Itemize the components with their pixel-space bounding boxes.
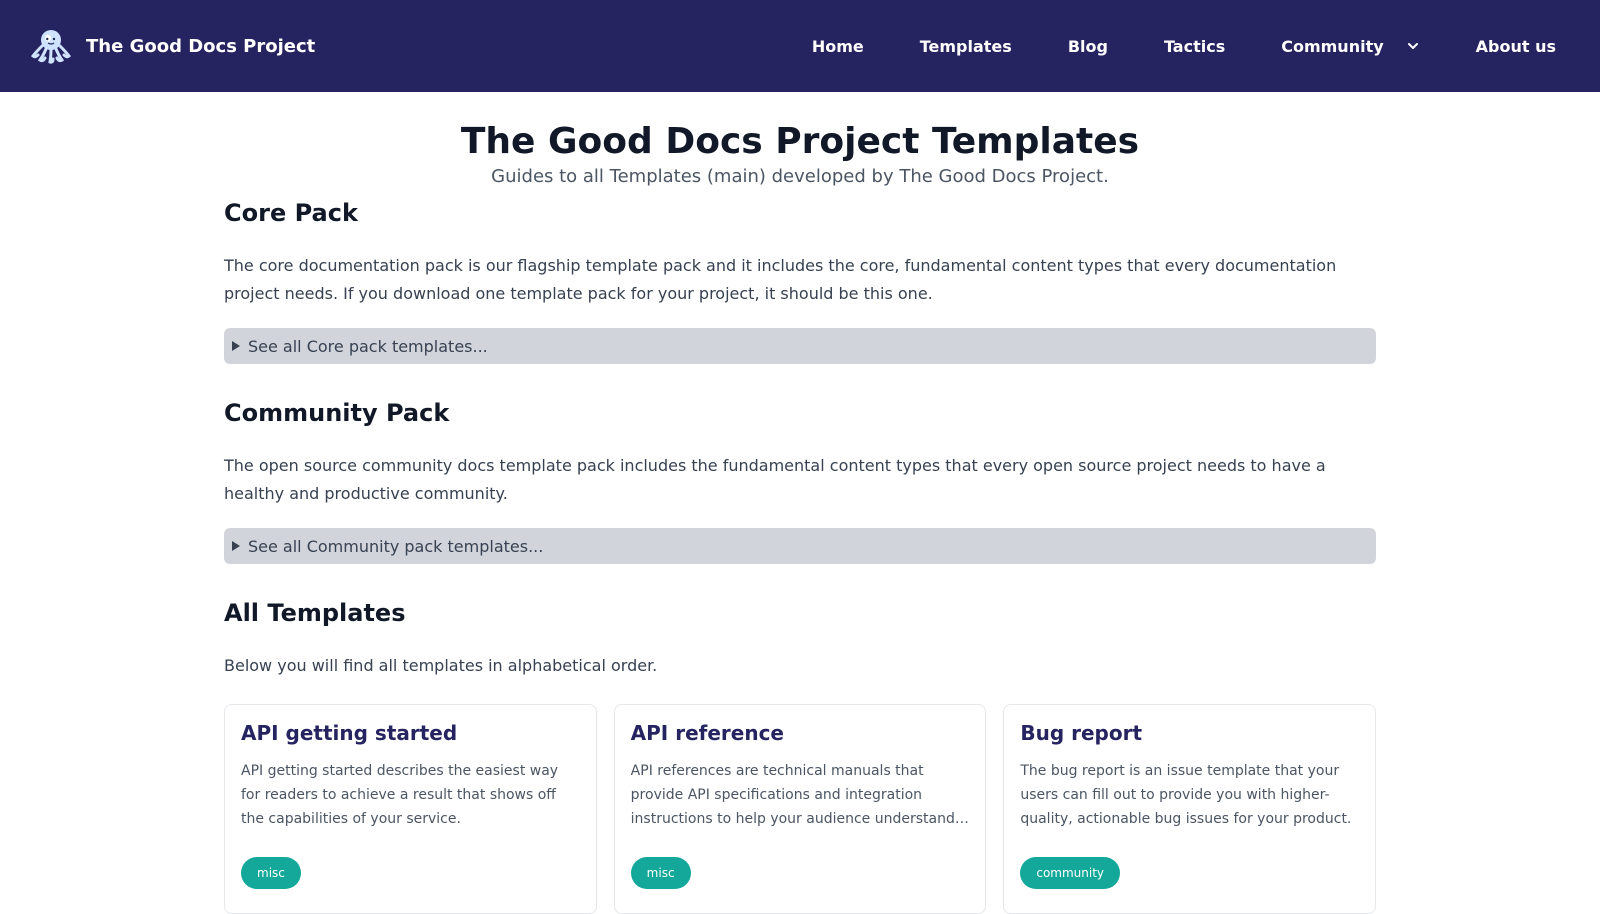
template-card[interactable]: API reference API references are technic… (613, 704, 987, 914)
chevron-down-icon[interactable] (1406, 39, 1420, 53)
template-card[interactable]: Bug report The bug report is an issue te… (1003, 704, 1377, 914)
community-pack-heading: Community Pack (224, 399, 450, 427)
nav-community-label: Community (1281, 36, 1384, 56)
template-card-title[interactable]: API reference (631, 721, 970, 745)
template-card-description-text: The bug report is an issue template that… (1020, 763, 1352, 827)
core-pack-description: The core documentation pack is our flags… (224, 256, 1337, 303)
community-pack-details-toggle[interactable]: See all Community pack templates... (224, 528, 1376, 564)
template-card-description-text: API references are technical manuals tha… (630, 763, 969, 827)
template-tag[interactable]: misc (241, 857, 301, 889)
template-tag[interactable]: misc (630, 857, 691, 889)
core-pack-details-toggle[interactable]: See all Core pack templates... (224, 328, 1376, 364)
site-header: The Good Docs Project Home Templates Blo… (0, 0, 1600, 92)
nav-templates[interactable]: Templates (920, 37, 1012, 56)
template-card[interactable]: API getting started API getting started … (224, 704, 597, 914)
all-templates-heading: All Templates (224, 599, 406, 627)
main-nav: Home Templates Blog Tactics Community Ab… (812, 37, 1556, 56)
brand-name: The Good Docs Project (86, 35, 316, 57)
nav-about-us[interactable]: About us (1476, 37, 1556, 56)
template-card-description-text: API getting started describes the easies… (241, 763, 559, 827)
page-subtitle: Guides to all Templates (main) developed… (491, 166, 1109, 187)
nav-home[interactable]: Home (812, 37, 864, 56)
template-card-description: API getting started describes the easies… (241, 759, 580, 831)
core-pack-heading: Core Pack (224, 199, 358, 227)
community-pack-description: The open source community docs template … (224, 456, 1326, 503)
core-pack-details-label: See all Core pack templates... (248, 336, 488, 356)
template-card-description: The bug report is an issue template that… (1020, 759, 1359, 831)
template-tag[interactable]: community (1020, 857, 1121, 889)
disclosure-triangle-icon (232, 541, 240, 551)
template-card-title[interactable]: Bug report (1020, 721, 1359, 745)
template-card-grid: API getting started API getting started … (224, 704, 1377, 914)
nav-blog[interactable]: Blog (1068, 37, 1108, 56)
disclosure-triangle-icon (232, 341, 240, 351)
nav-tactics[interactable]: Tactics (1164, 37, 1225, 56)
nav-community[interactable]: Community (1281, 37, 1419, 56)
template-card-title[interactable]: API getting started (241, 721, 580, 745)
brand-link[interactable]: The Good Docs Project (30, 25, 315, 67)
octopus-logo-icon (30, 25, 72, 67)
page-title: The Good Docs Project Templates (460, 121, 1140, 162)
template-card-description: API references are technical manuals tha… (631, 759, 970, 831)
all-templates-description: Below you will find all templates in alp… (224, 656, 658, 675)
community-pack-details-label: See all Community pack templates... (248, 536, 544, 556)
main-content: The Good Docs Project Templates Guides t… (224, 92, 1377, 914)
